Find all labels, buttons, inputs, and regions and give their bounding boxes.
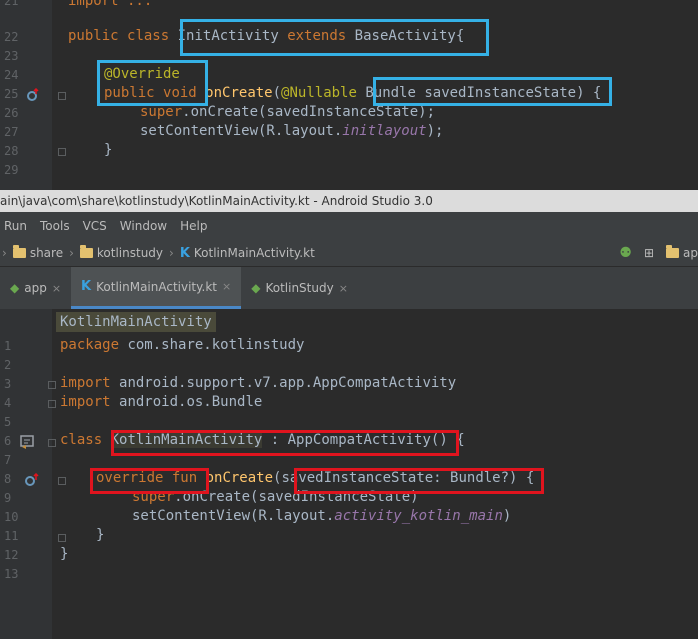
folder-icon <box>12 245 26 258</box>
line-number: 8 <box>4 472 12 486</box>
code-line-1: package com.share.kotlinstudy <box>60 337 305 353</box>
project-structure-button[interactable]: ap <box>660 245 698 260</box>
line-number: 2 <box>4 358 12 372</box>
folder-icon <box>666 245 680 258</box>
fold-marker-icon[interactable] <box>58 148 66 156</box>
structure-breadcrumb[interactable]: KotlinMainActivity <box>56 312 216 332</box>
line-number: 23 <box>4 49 19 63</box>
line-number: 3 <box>4 377 12 391</box>
gradle-icon: ◆ <box>10 281 20 295</box>
line-number: 22 <box>4 30 19 44</box>
chevron-right-icon: › <box>2 246 7 260</box>
code-line-12: } <box>60 546 69 562</box>
line-number: 5 <box>4 415 12 429</box>
java-editor-pane[interactable]: 21 22 23 24 25 26 27 28 29 import ... pu… <box>0 0 698 190</box>
breadcrumb-kotlinstudy[interactable]: kotlinstudy <box>74 245 169 260</box>
line-number: 4 <box>4 396 12 410</box>
breadcrumb-file[interactable]: K KotlinMainActivity.kt <box>174 246 321 261</box>
line-number: 10 <box>4 510 19 524</box>
fold-marker-icon[interactable] <box>58 477 66 485</box>
fold-marker-icon[interactable] <box>48 381 56 389</box>
line-number: 7 <box>4 453 12 467</box>
code-line-11: } <box>96 527 105 543</box>
highlight-override-annotation <box>97 60 208 106</box>
tab-kotlin-study[interactable]: ◆ KotlinStudy × <box>241 267 358 309</box>
breadcrumb-share[interactable]: share <box>7 245 69 260</box>
line-number: 13 <box>4 567 19 581</box>
code-line-27: setContentView(R.layout.initlayout); <box>140 123 444 139</box>
kotlin-file-icon: K <box>179 245 190 261</box>
run-class-icon[interactable] <box>20 434 38 450</box>
menu-bar: Run Tools VCS Window Help <box>0 212 698 240</box>
code-line-26: super.onCreate(savedInstanceState); <box>140 104 436 120</box>
highlight-override-fun <box>90 468 209 494</box>
menu-vcs[interactable]: VCS <box>79 219 116 233</box>
line-number: 11 <box>4 529 19 543</box>
kotlin-file-icon: K <box>81 279 92 294</box>
code-line-21: import ... <box>68 0 153 9</box>
menu-run[interactable]: Run <box>0 219 36 233</box>
fold-marker-icon[interactable] <box>58 92 66 100</box>
highlight-class-declaration <box>180 19 489 56</box>
line-number: 21 <box>4 0 19 8</box>
window-title-bar: ain\java\com\share\kotlinstudy\KotlinMai… <box>0 190 698 212</box>
fold-marker-icon[interactable] <box>58 534 66 542</box>
line-number: 29 <box>4 163 19 177</box>
close-icon[interactable]: × <box>52 282 61 295</box>
line-number: 28 <box>4 144 19 158</box>
code-line-10: setContentView(R.layout.activity_kotlin_… <box>132 508 512 524</box>
line-number: 9 <box>4 491 12 505</box>
line-number: 12 <box>4 548 19 562</box>
grid-icon[interactable]: ⊞ <box>638 246 660 260</box>
menu-help[interactable]: Help <box>176 219 216 233</box>
override-method-icon[interactable] <box>24 473 40 487</box>
tab-kotlin-main-activity[interactable]: K KotlinMainActivity.kt × <box>71 267 242 309</box>
tab-app[interactable]: ◆ app × <box>0 267 71 309</box>
folder-icon <box>79 245 93 258</box>
highlight-bundle-param <box>373 77 612 106</box>
editor-tab-bar: ◆ app × K KotlinMainActivity.kt × ◆ Kotl… <box>0 267 698 309</box>
line-number: 25 <box>4 87 19 101</box>
fold-marker-icon[interactable] <box>48 439 56 447</box>
line-number: 26 <box>4 106 19 120</box>
code-line-28: } <box>104 142 113 158</box>
line-number: 1 <box>4 339 12 353</box>
highlight-bundle-param <box>294 468 544 494</box>
line-number: 27 <box>4 125 19 139</box>
code-line-3: import android.support.v7.app.AppCompatA… <box>60 375 457 391</box>
menu-window[interactable]: Window <box>116 219 176 233</box>
close-icon[interactable]: × <box>339 282 348 295</box>
line-number: 24 <box>4 68 19 82</box>
override-method-icon[interactable] <box>26 88 40 102</box>
close-icon[interactable]: × <box>222 280 231 293</box>
gradle-icon: ◆ <box>251 281 261 295</box>
highlight-class-declaration <box>111 430 459 456</box>
navigation-bar: › share › kotlinstudy › K KotlinMainActi… <box>0 240 698 267</box>
window-title: ain\java\com\share\kotlinstudy\KotlinMai… <box>0 194 433 208</box>
code-line-4: import android.os.Bundle <box>60 394 263 410</box>
android-icon[interactable]: ⚉ <box>613 245 638 261</box>
fold-marker-icon[interactable] <box>48 400 56 408</box>
kotlin-editor-pane[interactable]: 1 2 3 4 5 6 7 8 9 10 11 12 13 KotlinMain… <box>0 309 698 639</box>
menu-tools[interactable]: Tools <box>36 219 79 233</box>
